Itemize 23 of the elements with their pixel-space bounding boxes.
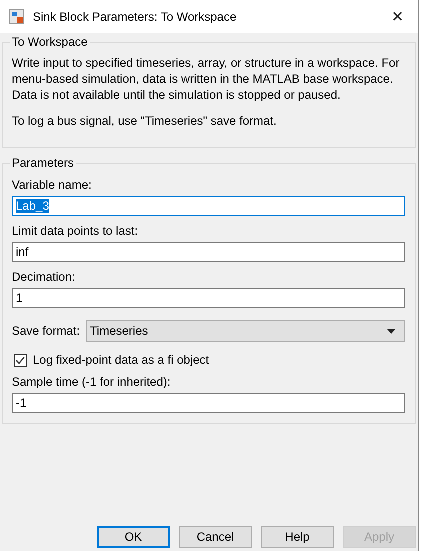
input-field[interactable]: -1 <box>12 393 405 413</box>
group-title: To Workspace <box>11 35 89 49</box>
close-button[interactable]: ✕ <box>378 8 418 26</box>
window-title: Sink Block Parameters: To Workspace <box>33 10 238 24</box>
input-field[interactable]: inf <box>12 242 405 262</box>
block-icon <box>9 8 25 24</box>
description-text: To log a bus signal, use "Timeseries" save format. <box>12 113 278 129</box>
input-field[interactable]: 1 <box>12 288 405 308</box>
caret-icon <box>387 328 396 334</box>
field-label: Limit data points to last: <box>12 224 140 238</box>
group-title: Parameters <box>11 156 76 170</box>
dialog-button[interactable]: Cancel <box>179 526 252 548</box>
input-field[interactable]: Lab_3 <box>12 196 405 216</box>
field-label: Decimation: <box>12 270 76 284</box>
dialog-button[interactable]: Help <box>261 526 334 548</box>
dropdown[interactable]: Timeseries <box>86 320 405 342</box>
checkbox-label[interactable]: Log fixed-point data as a fi object <box>33 353 210 367</box>
field-label: Save format: <box>12 324 80 338</box>
dialog-button[interactable]: OK <box>97 526 170 548</box>
field-label: Variable name: <box>12 178 93 192</box>
description-text: Write input to specified timeseries, array, or structure in a workspace. For menu-based simulation, data is written in the MATLAB base workspace. Data is not available until the simulation is stopped or paused. <box>12 55 401 103</box>
field-label: Sample time (-1 for inherited): <box>12 375 172 389</box>
checkbox[interactable] <box>14 354 27 366</box>
